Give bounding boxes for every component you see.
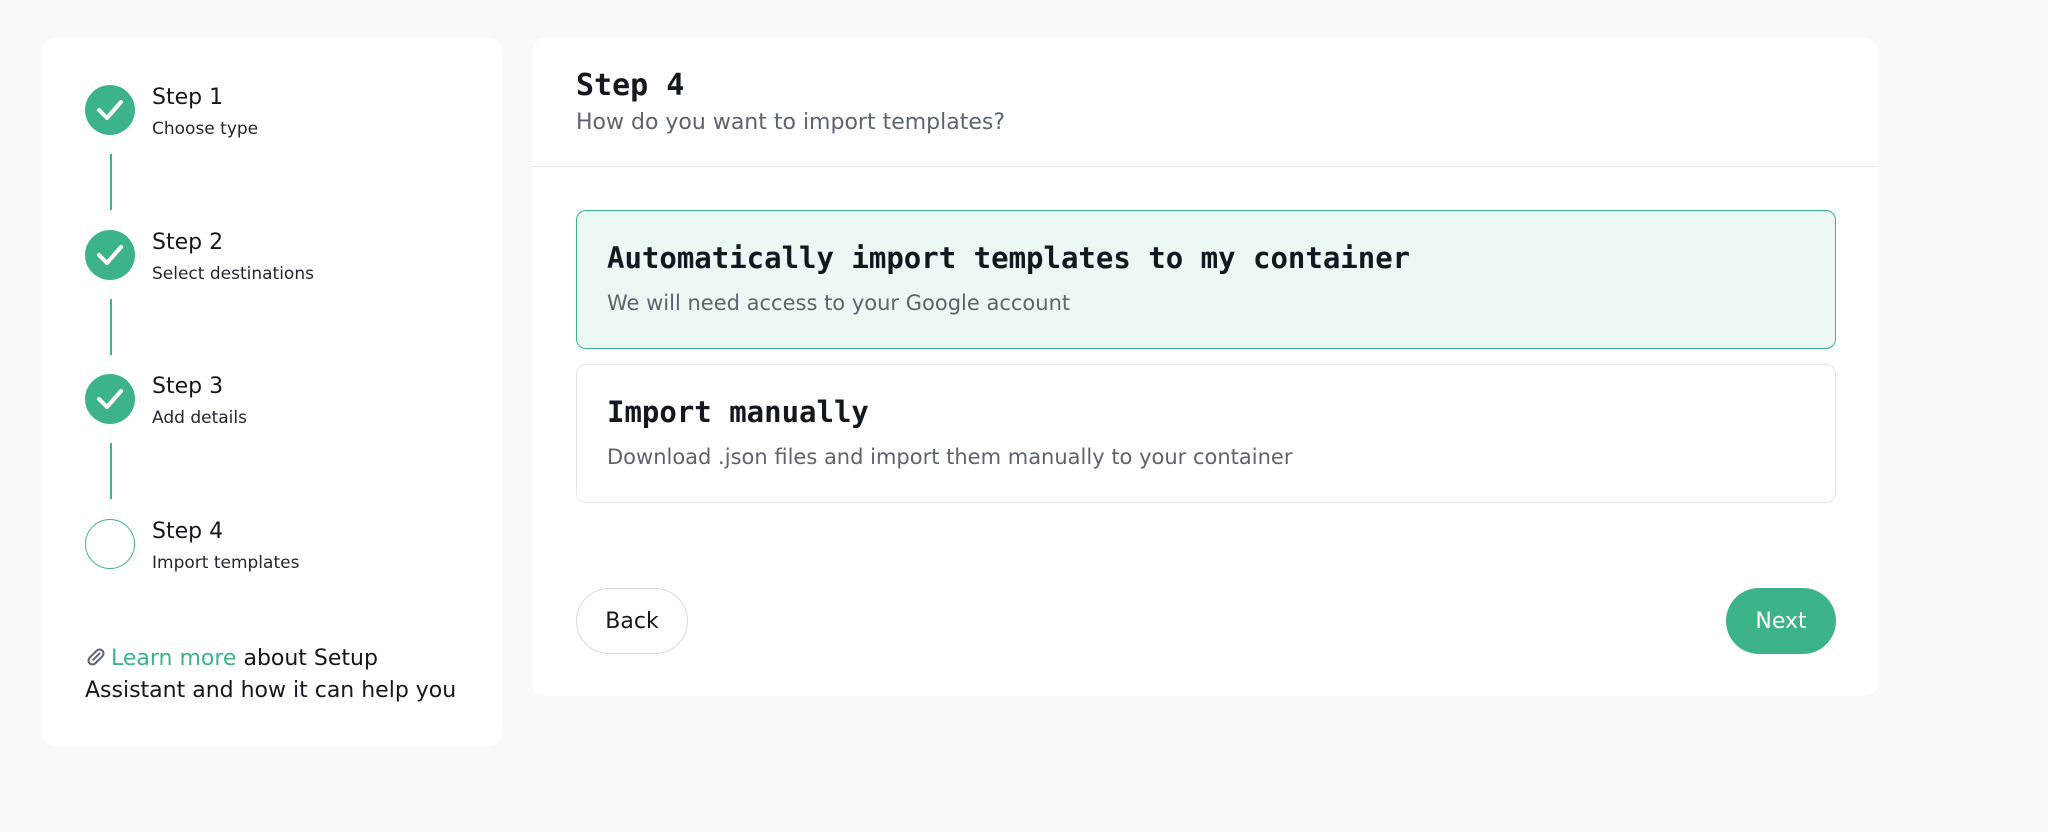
option-description: Download .json files and import them man… (607, 445, 1293, 469)
checkmark-icon (97, 245, 123, 265)
stepper-sidebar: Step 1 Choose type Step 2 Select destina… (42, 38, 503, 746)
option-title: Import manually (607, 395, 869, 429)
option-manual-import[interactable]: Import manually Download .json files and… (576, 364, 1836, 503)
option-title: Automatically import templates to my con… (607, 241, 1411, 275)
step-connector (110, 443, 112, 499)
learn-more-note: Learn more about Setup Assistant and how… (85, 644, 485, 705)
step-2-subtitle: Select destinations (152, 264, 314, 284)
import-panel: Step 4 How do you want to import templat… (532, 38, 1878, 696)
page-subtitle: How do you want to import templates? (576, 110, 1006, 135)
step-3-subtitle: Add details (152, 408, 247, 428)
step-4-status (85, 519, 135, 569)
step-1-subtitle: Choose type (152, 119, 259, 139)
step-3-status (85, 374, 135, 424)
step-2-status (85, 230, 135, 280)
step-4-subtitle: Import templates (152, 553, 300, 573)
panel-header: Step 4 How do you want to import templat… (532, 38, 1878, 167)
step-connector (110, 299, 112, 355)
step-4-title: Step 4 (152, 519, 224, 544)
step-1-status (85, 85, 135, 135)
page-title: Step 4 (576, 68, 685, 103)
learn-more-link[interactable]: Learn more (111, 646, 236, 671)
checkmark-icon (97, 100, 123, 120)
paperclip-icon (85, 646, 107, 676)
back-button[interactable]: Back (576, 588, 688, 654)
step-1-title: Step 1 (152, 85, 224, 110)
option-automatic-import[interactable]: Automatically import templates to my con… (576, 210, 1836, 349)
step-2-title: Step 2 (152, 230, 224, 255)
step-connector (110, 154, 112, 210)
step-3-title: Step 3 (152, 374, 224, 399)
option-description: We will need access to your Google accou… (607, 291, 1071, 315)
next-button[interactable]: Next (1726, 588, 1836, 654)
checkmark-icon (97, 389, 123, 409)
